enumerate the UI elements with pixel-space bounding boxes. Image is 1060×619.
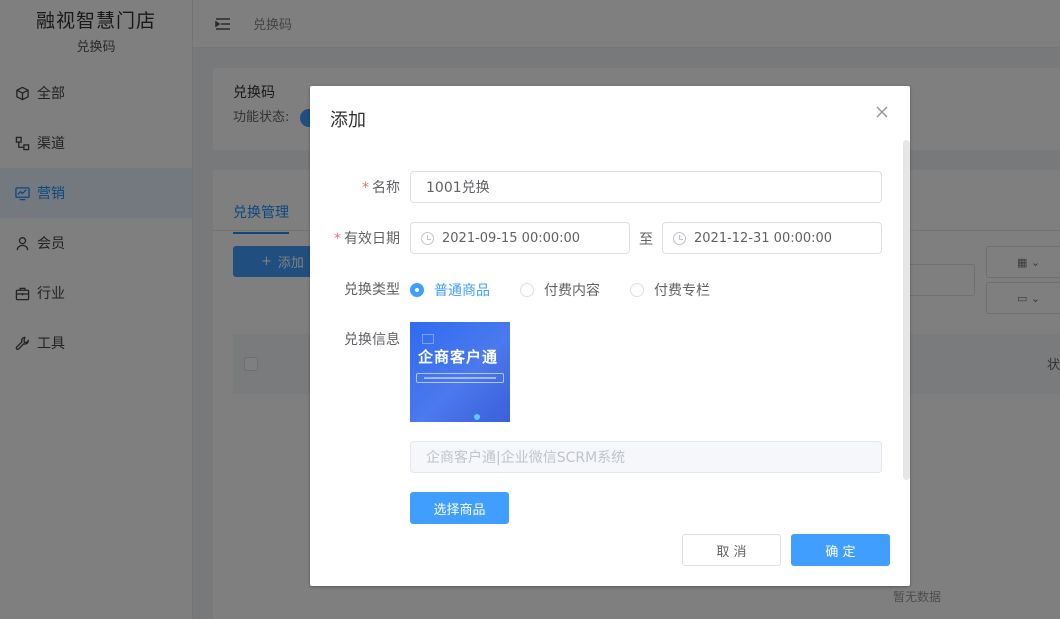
product-name-input: 企商客户通|企业微信SCRM系统 xyxy=(410,441,882,473)
select-product-button[interactable]: 选择商品 xyxy=(410,492,509,524)
image-decoration xyxy=(422,334,434,344)
image-decoration xyxy=(424,377,496,379)
name-label: * 名称 xyxy=(362,177,400,197)
date-label: * 有效日期 xyxy=(334,228,400,248)
confirm-button[interactable]: 确 定 xyxy=(791,534,890,566)
name-input-value: 1001兑换 xyxy=(426,180,490,196)
start-date-value: 2021-09-15 00:00:00 xyxy=(442,230,581,246)
name-input[interactable]: 1001兑换 xyxy=(410,171,882,203)
end-date-value: 2021-12-31 00:00:00 xyxy=(694,230,833,246)
date-separator: 至 xyxy=(639,232,653,248)
clock-icon xyxy=(421,231,434,245)
radio-dot xyxy=(410,283,424,297)
product-image[interactable]: 企商客户通 xyxy=(410,322,510,422)
required-mark: * xyxy=(362,180,369,196)
product-image-text: 企商客户通 xyxy=(418,348,499,366)
start-date-input[interactable]: 2021-09-15 00:00:00 xyxy=(410,222,630,254)
cancel-button[interactable]: 取 消 xyxy=(682,534,781,566)
date-row: * 有效日期 2021-09-15 00:00:00 至 2021-12-31 0… xyxy=(310,222,910,254)
type-row: 兑换类型 普通商品 付费内容 付费专栏 xyxy=(310,278,910,300)
radio-normal-goods[interactable]: 普通商品 xyxy=(410,280,490,300)
clock-icon xyxy=(673,231,686,245)
name-row: * 名称 1001兑换 xyxy=(310,171,910,203)
date-label-text: 有效日期 xyxy=(344,231,400,247)
end-date-input[interactable]: 2021-12-31 00:00:00 xyxy=(662,222,882,254)
product-name-value: 企商客户通|企业微信SCRM系统 xyxy=(426,450,626,466)
radio-paid-content[interactable]: 付费内容 xyxy=(520,280,600,300)
radio-label: 普通商品 xyxy=(434,283,490,299)
radio-label: 付费专栏 xyxy=(654,283,710,299)
required-mark: * xyxy=(334,231,341,247)
radio-dot xyxy=(630,283,644,297)
info-label: 兑换信息 xyxy=(344,332,400,348)
close-icon[interactable] xyxy=(874,105,890,121)
radio-label: 付费内容 xyxy=(544,283,600,299)
radio-paid-column[interactable]: 付费专栏 xyxy=(630,280,710,300)
type-label: 兑换类型 xyxy=(344,282,400,298)
radio-dot xyxy=(520,283,534,297)
dialog-title: 添加 xyxy=(330,110,366,131)
image-decoration xyxy=(474,414,480,420)
add-dialog: 添加 * 名称 1001兑换 * 有效日期 2021-09-15 00:00:00 … xyxy=(310,86,910,586)
name-label-text: 名称 xyxy=(372,180,400,196)
